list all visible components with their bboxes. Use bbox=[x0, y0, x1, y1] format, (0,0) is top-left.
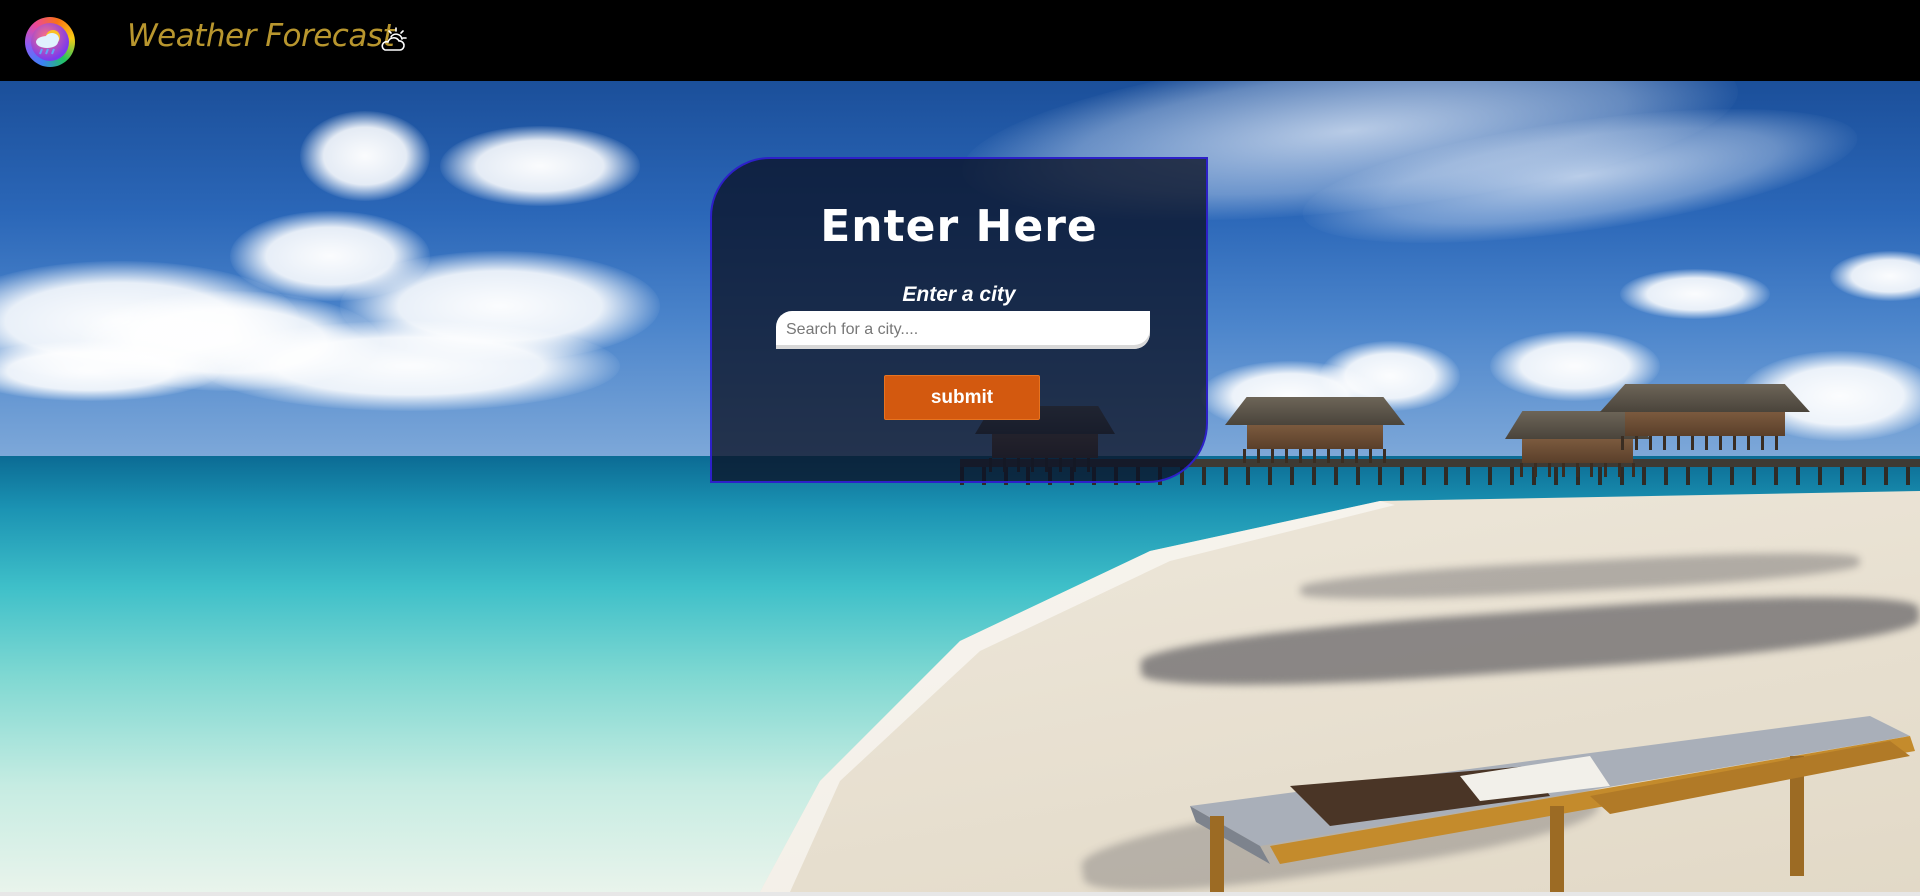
brand-title[interactable]: Weather Forecast bbox=[127, 18, 395, 54]
navbar: Weather Forecast bbox=[0, 0, 1920, 81]
lounge-chair bbox=[1190, 716, 1915, 892]
page-bottom-edge bbox=[0, 892, 1920, 896]
city-search-card: Enter Here Enter a city submit bbox=[710, 157, 1208, 483]
cloud bbox=[200, 321, 620, 411]
partly-cloudy-icon bbox=[381, 27, 407, 51]
cloud bbox=[1620, 269, 1770, 319]
cloud bbox=[300, 111, 430, 201]
city-label: Enter a city bbox=[902, 283, 1016, 306]
cloud bbox=[440, 126, 640, 206]
water-bungalow bbox=[1225, 397, 1405, 467]
card-title: Enter Here bbox=[820, 201, 1098, 252]
water-bungalow bbox=[1600, 384, 1810, 460]
submit-button[interactable]: submit bbox=[884, 375, 1040, 420]
rain-cloud-sun-logo-icon[interactable] bbox=[25, 17, 75, 67]
city-search-input[interactable] bbox=[776, 311, 1150, 349]
